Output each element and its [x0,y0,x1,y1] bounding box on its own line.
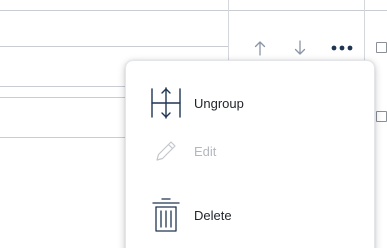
menu-item-ungroup[interactable]: Ungroup [126,81,376,125]
context-menu: Ungroup Edit Delete [125,60,375,248]
divider [0,10,387,11]
column-divider [228,0,229,60]
column-divider [364,0,365,60]
more-options-button[interactable] [329,38,355,58]
trash-icon [148,197,184,233]
more-options-icon [331,45,353,51]
screen: Ungroup Edit Delete [0,0,387,248]
arrow-down-icon [294,40,306,55]
menu-item-delete[interactable]: Delete [126,193,376,237]
row-checkbox[interactable] [376,111,387,122]
move-up-button[interactable] [251,38,269,58]
menu-item-label: Delete [194,207,232,223]
arrow-up-icon [254,41,266,56]
menu-item-edit[interactable]: Edit [126,129,376,173]
divider [0,97,130,98]
move-down-button[interactable] [291,38,309,58]
ungroup-icon [148,85,184,121]
divider [0,86,130,87]
menu-item-label: Edit [194,143,217,159]
menu-item-label: Ungroup [194,95,244,111]
pencil-icon [148,133,184,169]
divider [0,137,130,138]
row-checkbox[interactable] [376,42,387,53]
divider [0,46,228,47]
